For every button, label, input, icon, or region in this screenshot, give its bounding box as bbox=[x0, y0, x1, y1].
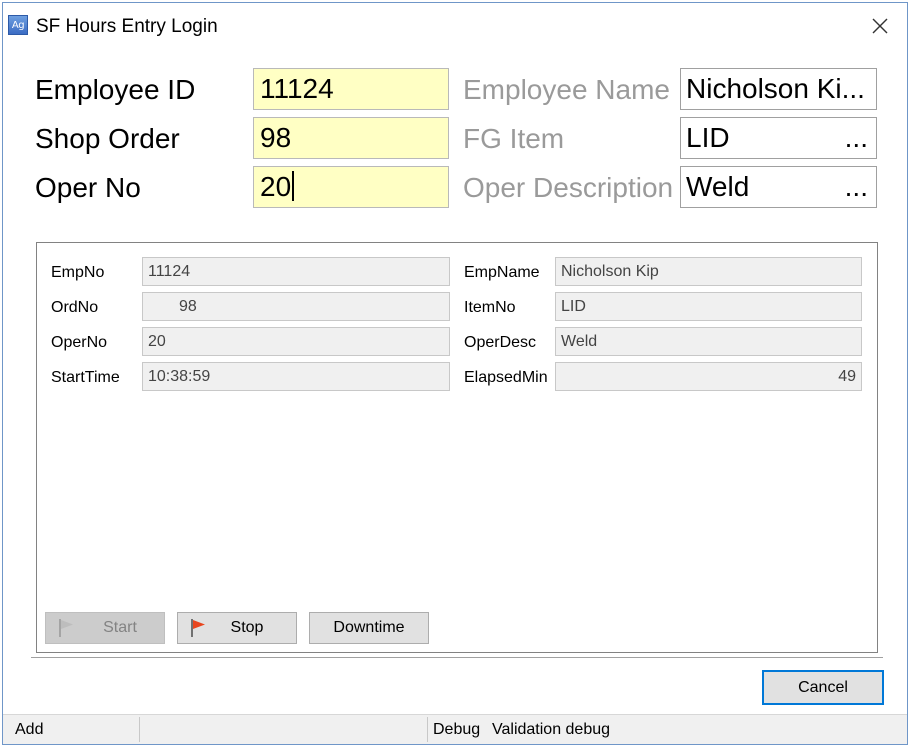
close-icon bbox=[872, 18, 888, 34]
itemno-field: LID bbox=[555, 292, 862, 321]
flag-icon bbox=[59, 619, 73, 637]
cancel-button[interactable]: Cancel bbox=[762, 670, 884, 705]
details-panel: EmpNo 11124 OrdNo 98 OperNo 20 StartTime… bbox=[36, 242, 878, 653]
empname-label: EmpName bbox=[464, 264, 540, 281]
starttime-label: StartTime bbox=[51, 369, 120, 386]
downtime-button-label: Downtime bbox=[333, 619, 405, 636]
elapsedmin-field: 49 bbox=[555, 362, 862, 391]
footer-divider bbox=[31, 657, 883, 658]
status-debug: Debug bbox=[433, 721, 481, 738]
fg-item-label: FG Item bbox=[463, 123, 565, 154]
oper-description-value: Weld bbox=[686, 171, 750, 202]
fg-item-display: LID... bbox=[680, 117, 877, 159]
window-title: SF Hours Entry Login bbox=[36, 16, 218, 37]
operdesc-field: Weld bbox=[555, 327, 862, 356]
shop-order-input[interactable]: 98 bbox=[253, 117, 449, 159]
empname-field: Nicholson Kip bbox=[555, 257, 862, 286]
employee-id-input[interactable]: 11124 bbox=[253, 68, 449, 110]
empno-label: EmpNo bbox=[51, 264, 105, 281]
operno-field: 20 bbox=[142, 327, 450, 356]
app-icon: Ag bbox=[8, 15, 28, 35]
operno-label: OperNo bbox=[51, 334, 108, 351]
start-button-label: Start bbox=[103, 619, 137, 636]
oper-no-label: Oper No bbox=[35, 172, 141, 203]
title-bar: Ag SF Hours Entry Login bbox=[3, 3, 907, 47]
fg-item-lookup-button[interactable]: ... bbox=[845, 118, 868, 158]
start-button[interactable]: Start bbox=[45, 612, 165, 644]
flag-icon bbox=[191, 619, 205, 637]
itemno-label: ItemNo bbox=[464, 299, 516, 316]
operdesc-label: OperDesc bbox=[464, 334, 537, 351]
ordno-field: 98 bbox=[142, 292, 450, 321]
starttime-field: 10:38:59 bbox=[142, 362, 450, 391]
oper-description-lookup-button[interactable]: ... bbox=[845, 167, 868, 207]
dialog-window: Ag SF Hours Entry Login Employee ID 1112… bbox=[2, 2, 908, 745]
empno-field: 11124 bbox=[142, 257, 450, 286]
employee-id-label: Employee ID bbox=[35, 74, 196, 105]
status-divider bbox=[139, 717, 140, 742]
dialog-body: Employee ID 11124 Shop Order 98 Oper No … bbox=[3, 47, 907, 713]
elapsedmin-label: ElapsedMin bbox=[464, 369, 548, 386]
shop-order-value: 98 bbox=[260, 122, 292, 153]
employee-name-display: Nicholson Ki... bbox=[680, 68, 877, 110]
shop-order-label: Shop Order bbox=[35, 123, 180, 154]
ordno-label: OrdNo bbox=[51, 299, 99, 316]
employee-name-value: Nicholson Ki... bbox=[686, 73, 865, 104]
fg-item-value: LID bbox=[686, 122, 730, 153]
oper-description-label: Oper Description bbox=[463, 172, 674, 203]
oper-no-value: 20 bbox=[260, 171, 292, 202]
employee-name-label: Employee Name bbox=[463, 74, 670, 105]
stop-button[interactable]: Stop bbox=[177, 612, 297, 644]
close-button[interactable] bbox=[865, 11, 895, 41]
status-bar: Add Debug Validation debug bbox=[3, 714, 907, 744]
status-divider bbox=[427, 717, 428, 742]
stop-button-label: Stop bbox=[230, 619, 264, 636]
employee-id-value: 11124 bbox=[260, 73, 334, 104]
status-mode: Add bbox=[15, 721, 44, 738]
text-caret bbox=[292, 171, 295, 201]
oper-description-display: Weld... bbox=[680, 166, 877, 208]
downtime-button[interactable]: Downtime bbox=[309, 612, 429, 644]
status-validation: Validation debug bbox=[492, 721, 611, 738]
oper-no-input[interactable]: 20 bbox=[253, 166, 449, 208]
